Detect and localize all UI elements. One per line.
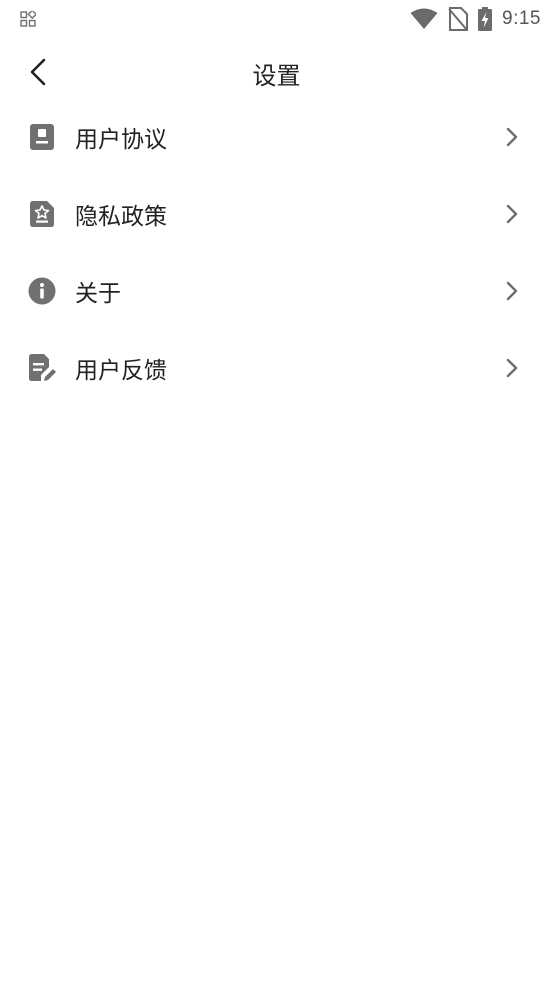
chevron-right-icon [504, 203, 520, 225]
chevron-right-icon [504, 126, 520, 148]
chevron-right-icon [504, 357, 520, 379]
chevron-right-icon [504, 280, 520, 302]
settings-item-feedback[interactable]: 用户反馈 [0, 329, 553, 406]
settings-item-label: 用户反馈 [75, 357, 167, 384]
no-sim-icon [448, 7, 469, 31]
apps-grid-icon [20, 9, 38, 27]
settings-item-privacy-policy[interactable]: 隐私政策 [0, 175, 553, 252]
status-bar: 9:15 [0, 0, 553, 38]
status-time: 9:15 [502, 8, 541, 29]
feedback-edit-icon [27, 353, 57, 383]
info-icon [27, 276, 57, 306]
wifi-icon [410, 8, 438, 30]
status-icons: 9:15 [410, 6, 541, 32]
settings-item-label: 用户协议 [75, 126, 167, 153]
settings-list: 用户协议 隐私政策 关于 用户反馈 [0, 98, 553, 406]
header: 设置 [0, 40, 553, 104]
privacy-document-icon [27, 199, 57, 229]
settings-item-label: 关于 [75, 280, 121, 307]
battery-charging-icon [478, 7, 493, 31]
settings-item-user-agreement[interactable]: 用户协议 [0, 98, 553, 175]
document-icon [27, 122, 57, 152]
settings-item-label: 隐私政策 [75, 203, 167, 230]
page-title: 设置 [252, 62, 301, 90]
settings-item-about[interactable]: 关于 [0, 252, 553, 329]
